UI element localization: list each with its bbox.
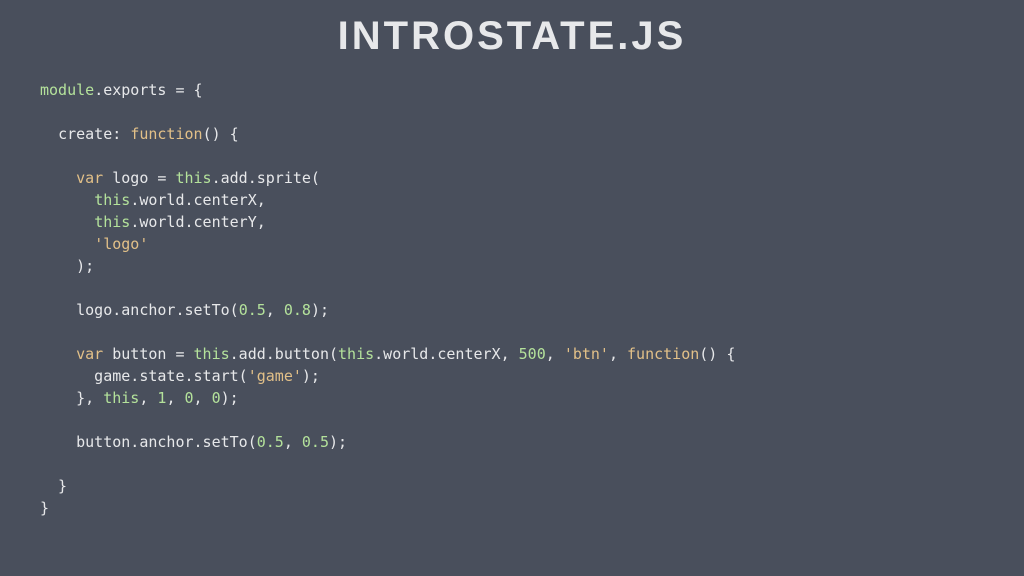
code-token: 'btn': [564, 345, 609, 363]
code-token: 0: [212, 389, 221, 407]
code-token: function: [130, 125, 202, 143]
code-token: this: [194, 345, 230, 363]
code-token: create: [58, 125, 112, 143]
code-token: button: [112, 345, 166, 363]
code-token: ,: [266, 301, 284, 319]
code-token: ,: [139, 389, 157, 407]
code-token: = {: [166, 81, 202, 99]
code-token: var: [76, 345, 103, 363]
code-token: [40, 213, 94, 231]
code-token: () {: [203, 125, 239, 143]
code-token: game.state.start(: [40, 367, 248, 385]
code-token: .world.centerX,: [374, 345, 519, 363]
code-token: exports: [103, 81, 166, 99]
code-token: =: [148, 169, 175, 187]
code-token: :: [112, 125, 130, 143]
slide: INTROSTATE.JS module.exports = { create:…: [0, 0, 1024, 576]
code-token: 0.5: [257, 433, 284, 451]
code-token: 'game': [248, 367, 302, 385]
code-token: );: [302, 367, 320, 385]
code-token: ,: [546, 345, 564, 363]
code-token: logo: [112, 169, 148, 187]
code-token: ,: [194, 389, 212, 407]
code-token: [40, 169, 76, 187]
code-token: .add.sprite(: [212, 169, 320, 187]
code-token: 0.5: [239, 301, 266, 319]
code-token: ,: [166, 389, 184, 407]
code-token: [103, 345, 112, 363]
code-token: function: [627, 345, 699, 363]
code-token: );: [329, 433, 347, 451]
code-token: ,: [284, 433, 302, 451]
code-token: 'logo': [94, 235, 148, 253]
code-token: }: [40, 477, 67, 495]
code-token: this: [103, 389, 139, 407]
code-token: logo.anchor.setTo(: [40, 301, 239, 319]
slide-title: INTROSTATE.JS: [0, 14, 1024, 59]
code-token: .: [94, 81, 103, 99]
code-token: },: [40, 389, 103, 407]
code-token: }: [40, 499, 49, 517]
code-token: );: [40, 257, 94, 275]
code-token: this: [175, 169, 211, 187]
code-token: =: [166, 345, 193, 363]
code-token: [40, 235, 94, 253]
code-token: this: [94, 191, 130, 209]
code-token: );: [221, 389, 239, 407]
code-token: this: [94, 213, 130, 231]
code-token: [40, 191, 94, 209]
code-token: [40, 345, 76, 363]
code-token: );: [311, 301, 329, 319]
code-token: .world.centerY,: [130, 213, 265, 231]
code-token: module: [40, 81, 94, 99]
code-token: .world.centerX,: [130, 191, 265, 209]
code-token: 0.8: [284, 301, 311, 319]
code-token: var: [76, 169, 103, 187]
code-token: 0.5: [302, 433, 329, 451]
code-token: ,: [609, 345, 627, 363]
code-token: 0: [185, 389, 194, 407]
code-token: () {: [699, 345, 735, 363]
code-block: module.exports = { create: function() { …: [40, 79, 984, 519]
code-token: button.anchor.setTo(: [40, 433, 257, 451]
code-token: [40, 125, 58, 143]
code-token: 500: [519, 345, 546, 363]
code-token: .add.button(: [230, 345, 338, 363]
code-token: this: [338, 345, 374, 363]
code-token: [103, 169, 112, 187]
